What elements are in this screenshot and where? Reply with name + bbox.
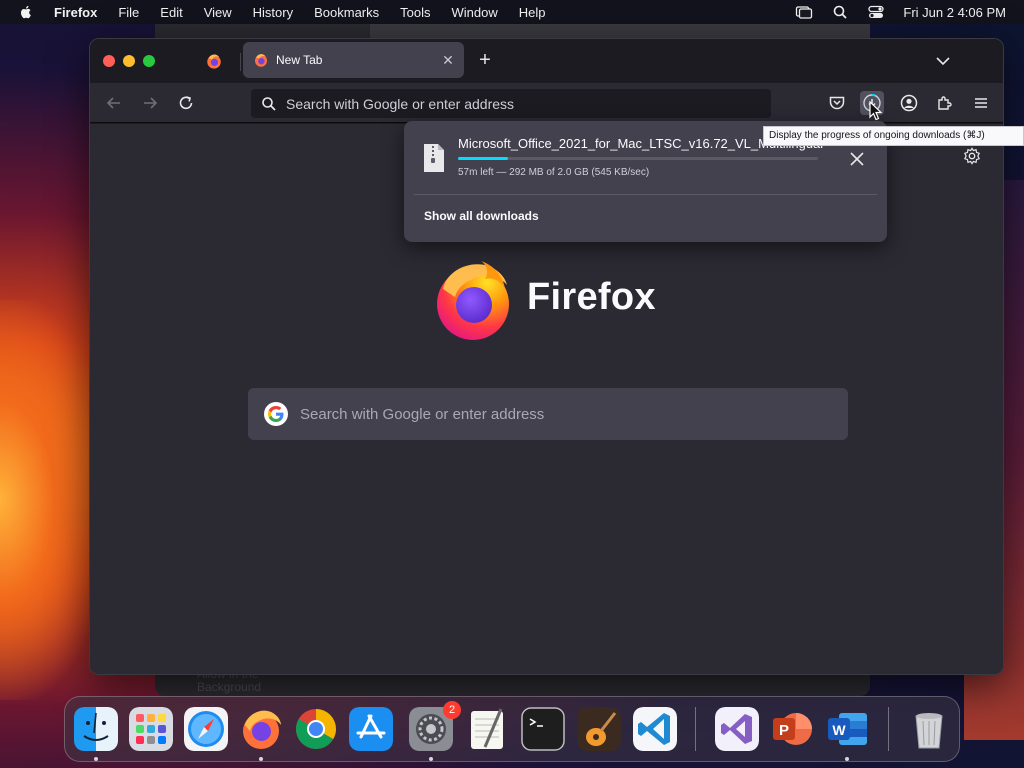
hamburger-menu-icon bbox=[975, 98, 987, 108]
download-status: 57m left — 292 MB of 2.0 GB (545 KB/sec) bbox=[458, 167, 650, 178]
account-button[interactable] bbox=[897, 91, 921, 115]
cancel-download-close-icon[interactable] bbox=[847, 149, 867, 169]
garageband-guitar-icon[interactable] bbox=[577, 707, 621, 751]
firefox-running-indicator bbox=[259, 757, 263, 761]
downloads-tooltip: Display the progress of ongoing download… bbox=[763, 126, 1024, 146]
launchpad-icon[interactable] bbox=[129, 707, 173, 751]
account-avatar-icon bbox=[900, 94, 918, 112]
nav-bar: Search with Google or enter address bbox=[90, 83, 1003, 123]
word-running-indicator bbox=[845, 757, 849, 761]
search-icon bbox=[262, 96, 276, 111]
close-tab-icon[interactable]: ✕ bbox=[440, 52, 456, 68]
background-window-strip bbox=[370, 24, 870, 38]
menu-help[interactable]: Help bbox=[519, 5, 546, 20]
page-search-placeholder: Search with Google or enter address bbox=[300, 405, 545, 423]
firefox-logo-icon bbox=[437, 261, 509, 340]
menu-edit[interactable]: Edit bbox=[160, 5, 182, 20]
finder-icon[interactable] bbox=[74, 707, 118, 751]
url-bar[interactable]: Search with Google or enter address bbox=[251, 89, 771, 118]
pocket-icon bbox=[829, 96, 845, 110]
powerpoint-icon[interactable]: P bbox=[770, 707, 814, 751]
firefox-dock-icon[interactable] bbox=[239, 707, 283, 751]
download-progress-bar bbox=[458, 157, 818, 160]
system-settings-badge: 2 bbox=[443, 701, 461, 719]
terminal-icon[interactable] bbox=[521, 707, 565, 751]
menu-file[interactable]: File bbox=[118, 5, 139, 20]
safari-icon[interactable] bbox=[184, 707, 228, 751]
new-tab-button[interactable]: + bbox=[475, 50, 495, 71]
firefox-tab-icon bbox=[255, 54, 267, 67]
download-progress-fill bbox=[458, 157, 509, 160]
show-all-downloads-button[interactable]: Show all downloads bbox=[424, 209, 539, 223]
forward-arrow-icon[interactable] bbox=[140, 93, 160, 113]
control-center-icon[interactable] bbox=[867, 4, 885, 20]
app-store-icon[interactable] bbox=[349, 707, 393, 751]
finder-running-indicator bbox=[94, 757, 98, 761]
svg-text:P: P bbox=[779, 722, 789, 739]
menu-view[interactable]: View bbox=[204, 5, 232, 20]
menubar-clock[interactable]: Fri Jun 2 4:06 PM bbox=[903, 5, 1006, 20]
url-bar-placeholder: Search with Google or enter address bbox=[286, 95, 515, 112]
zoom-window-button[interactable] bbox=[143, 55, 155, 67]
menu-extras: Fri Jun 2 4:06 PM bbox=[795, 0, 1006, 24]
dock-separator-trash bbox=[888, 707, 889, 751]
puzzle-piece-icon bbox=[938, 96, 952, 110]
close-window-button[interactable] bbox=[103, 55, 115, 67]
menu-bar: Firefox File Edit View History Bookmarks… bbox=[0, 0, 1024, 24]
mouse-pointer-icon bbox=[869, 101, 883, 121]
trash-icon[interactable] bbox=[907, 707, 951, 751]
menu-app-name[interactable]: Firefox bbox=[54, 5, 97, 20]
menu-tools[interactable]: Tools bbox=[400, 5, 430, 20]
downloads-separator bbox=[414, 194, 877, 195]
personalize-gear-icon[interactable] bbox=[963, 147, 981, 165]
word-icon[interactable]: W bbox=[825, 707, 869, 751]
list-all-tabs-chevron-icon[interactable] bbox=[933, 51, 953, 71]
page-search-box[interactable]: Search with Google or enter address bbox=[248, 388, 848, 440]
apple-logo-icon[interactable] bbox=[18, 4, 34, 20]
dock: 2 P W bbox=[64, 696, 960, 762]
extensions-button[interactable] bbox=[933, 91, 957, 115]
pinned-firefox-tab-icon[interactable] bbox=[205, 52, 223, 70]
google-g-icon bbox=[264, 402, 288, 426]
chrome-icon[interactable] bbox=[294, 707, 338, 751]
menu-bookmarks[interactable]: Bookmarks bbox=[314, 5, 379, 20]
menu-history[interactable]: History bbox=[253, 5, 293, 20]
app-menu-button[interactable] bbox=[969, 91, 993, 115]
system-settings-running-indicator bbox=[429, 757, 433, 761]
spotlight-search-icon[interactable] bbox=[831, 4, 849, 20]
back-arrow-icon[interactable] bbox=[104, 93, 124, 113]
menu-window[interactable]: Window bbox=[452, 5, 498, 20]
minimize-window-button[interactable] bbox=[123, 55, 135, 67]
tab-title: New Tab bbox=[276, 53, 323, 67]
reload-icon[interactable] bbox=[176, 93, 196, 113]
textedit-icon[interactable] bbox=[465, 707, 509, 751]
vscode-icon[interactable] bbox=[633, 707, 677, 751]
visual-studio-icon[interactable] bbox=[715, 707, 759, 751]
svg-text:W: W bbox=[832, 722, 846, 738]
dock-separator bbox=[695, 707, 696, 751]
tab-bar: New Tab ✕ + bbox=[90, 39, 1003, 83]
pocket-button[interactable] bbox=[825, 91, 849, 115]
tab-new-tab[interactable]: New Tab ✕ bbox=[243, 42, 464, 78]
tab-separator bbox=[240, 53, 241, 71]
firefox-wordmark: Firefox bbox=[527, 276, 656, 318]
zip-file-icon bbox=[424, 144, 444, 172]
screen-mirroring-icon[interactable] bbox=[795, 4, 813, 20]
